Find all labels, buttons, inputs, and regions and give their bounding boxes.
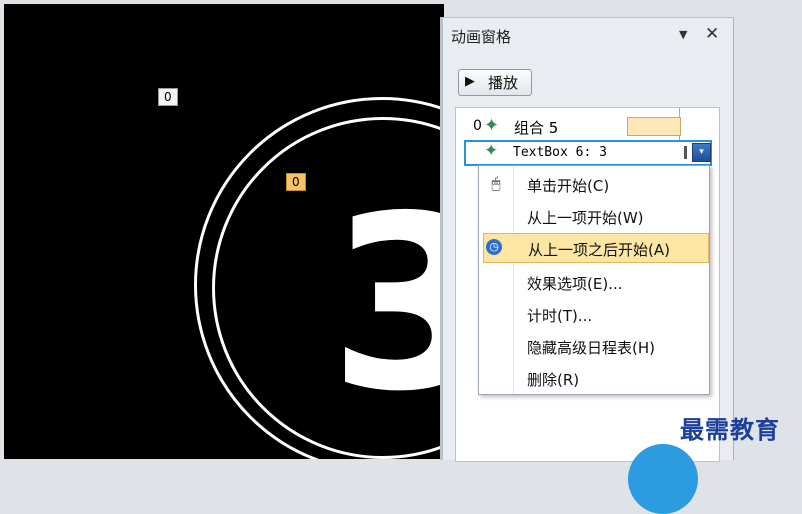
mouse-icon: 🖱 bbox=[491, 174, 501, 192]
menu-item-label: 删除(R) bbox=[527, 371, 580, 389]
menu-item-start-after-previous[interactable]: ◷ 从上一项之后开始(A) bbox=[483, 233, 709, 263]
animation-item-textbox[interactable]: ✦ TextBox 6: 3 ▾ bbox=[464, 140, 712, 166]
menu-item-label: 效果选项(E)... bbox=[527, 275, 623, 293]
timing-bar[interactable] bbox=[684, 146, 687, 159]
clock-icon: ◷ bbox=[486, 239, 502, 255]
animation-item-number: 0 bbox=[473, 118, 482, 134]
star-icon: ✦ bbox=[484, 115, 500, 136]
pane-title: 动画窗格 bbox=[451, 28, 512, 46]
menu-item-label: 从上一项之后开始(A) bbox=[528, 241, 670, 259]
menu-item-remove[interactable]: 删除(R) bbox=[479, 364, 709, 392]
slide-canvas[interactable]: 3 0 0 bbox=[4, 4, 444, 459]
close-icon[interactable]: ✕ bbox=[705, 24, 719, 44]
menu-item-timing[interactable]: 计时(T)... bbox=[479, 300, 709, 328]
pane-options-icon[interactable]: ▼ bbox=[679, 28, 687, 41]
animation-order-tag[interactable]: 0 bbox=[158, 88, 178, 106]
menu-item-label: 单击开始(C) bbox=[527, 177, 610, 195]
countdown-digit[interactable]: 3 bbox=[329, 184, 444, 424]
watermark-logo: 最需教育 bbox=[680, 415, 780, 444]
menu-item-label: 隐藏高级日程表(H) bbox=[527, 339, 655, 357]
animation-order-tag-selected[interactable]: 0 bbox=[286, 173, 306, 191]
menu-item-start-with-previous[interactable]: 从上一项开始(W) bbox=[479, 202, 709, 230]
timing-bar[interactable] bbox=[627, 117, 681, 136]
play-icon: ▶ bbox=[465, 74, 475, 89]
menu-item-effect-options[interactable]: 效果选项(E)... bbox=[479, 268, 709, 296]
animation-item-label: TextBox 6: 3 bbox=[513, 145, 607, 160]
pane-header: 动画窗格 ▼ ✕ bbox=[443, 18, 733, 50]
play-button-label: 播放 bbox=[488, 74, 519, 92]
animation-item-label: 组合 5 bbox=[514, 119, 559, 137]
star-icon: ✦ bbox=[484, 141, 499, 161]
menu-item-hide-advanced-timeline[interactable]: 隐藏高级日程表(H) bbox=[479, 332, 709, 360]
animation-item-group[interactable]: 0 ✦ 组合 5 bbox=[456, 114, 719, 138]
menu-item-label: 计时(T)... bbox=[527, 307, 593, 325]
item-dropdown-button[interactable]: ▾ bbox=[692, 143, 711, 162]
menu-item-start-on-click[interactable]: 🖱 单击开始(C) bbox=[479, 170, 709, 198]
decorative-circle bbox=[628, 444, 698, 514]
menu-item-label: 从上一项开始(W) bbox=[527, 209, 644, 227]
animation-context-menu: 🖱 单击开始(C) 从上一项开始(W) ◷ 从上一项之后开始(A) 效果选项(E… bbox=[478, 165, 710, 395]
play-button[interactable]: ▶ 播放 bbox=[458, 69, 532, 96]
